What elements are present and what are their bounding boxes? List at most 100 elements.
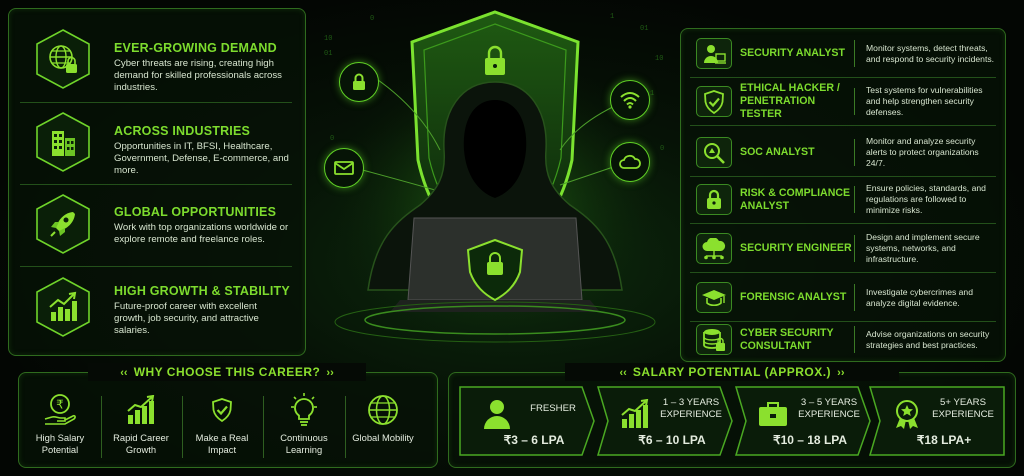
feature-title: GLOBAL OPPORTUNITIES: [114, 205, 277, 219]
padlock-icon: [339, 62, 379, 102]
why-item: Rapid Career Growth: [103, 392, 179, 456]
role-desc: Monitor systems, detect threats, and res…: [866, 42, 995, 64]
role-title: ETHICAL HACKER / PENETRATION TESTER: [740, 82, 840, 120]
award-badge-icon: [890, 397, 924, 431]
role-title: RISK & COMPLIANCE ANALYST: [740, 186, 851, 212]
salary-range: ₹10 – 18 LPA: [772, 433, 848, 447]
divider: [182, 396, 183, 458]
divider: [101, 396, 102, 458]
role-row: ETHICAL HACKER / PENETRATION TESTER Test …: [686, 82, 1000, 121]
role-title: FORENSIC ANALYST: [740, 291, 847, 303]
database-lock-icon: [696, 324, 732, 355]
role-row: SECURITY ENGINEER Design and implement se…: [686, 229, 1000, 268]
salary-heading: ‹‹ SALARY POTENTIAL (APPROX.) ››: [565, 363, 899, 381]
divider: [690, 272, 996, 273]
lightbulb-icon: [266, 392, 342, 428]
cloud-icon: [610, 142, 650, 182]
role-title: CYBER SECURITY CONSULTANT: [740, 326, 834, 352]
divider: [20, 184, 292, 185]
bar-growth-icon: [103, 392, 179, 428]
svg-text:1: 1: [650, 90, 654, 98]
role-desc: Design and implement secure systems, net…: [866, 232, 980, 264]
svg-text:₹: ₹: [56, 398, 64, 412]
svg-text:0: 0: [370, 15, 374, 23]
role-title: SOC ANALYST: [740, 146, 815, 158]
role-title: SECURITY ANALYST: [740, 47, 845, 59]
why-item-label: High Salary Potential: [35, 432, 85, 455]
divider: [20, 102, 292, 103]
svg-text:0: 0: [660, 145, 664, 153]
salary-range: ₹3 – 6 LPA: [503, 433, 565, 447]
divider: [690, 223, 996, 224]
why-item: ₹ High Salary Potential: [22, 392, 98, 456]
salary-tier: 1 – 3 YEARS EXPERIENCE ₹6 – 10 LPA: [596, 385, 736, 457]
chevrons-right-icon: ››: [831, 367, 845, 379]
role-desc: Test systems for vulnerabilities and hel…: [866, 85, 983, 117]
role-divider: [854, 88, 855, 115]
role-divider: [854, 284, 855, 311]
divider: [690, 176, 996, 177]
why-heading: ‹‹ WHY CHOOSE THIS CAREER? ››: [88, 363, 366, 381]
graduation-cap-icon: [696, 282, 732, 313]
salary-level: 3 – 5 YEARS EXPERIENCE: [798, 397, 860, 420]
why-item: Continuous Learning: [266, 392, 342, 456]
why-item-label: Global Mobility: [352, 432, 414, 443]
rupee-hand-icon: ₹: [22, 392, 98, 428]
role-desc: Ensure policies, standards, and regulati…: [866, 183, 986, 215]
feature-title: ACROSS INDUSTRIES: [114, 124, 251, 138]
why-item-label: Continuous Learning: [280, 432, 328, 455]
why-item: Make a Real Impact: [184, 392, 260, 456]
feature-title: EVER-GROWING DEMAND: [114, 41, 277, 55]
globe-lock-icon: [34, 28, 92, 90]
salary-tier: 3 – 5 YEARS EXPERIENCE ₹10 – 18 LPA: [734, 385, 874, 457]
role-row: CYBER SECURITY CONSULTANT Advise organiza…: [686, 320, 1000, 359]
role-row: FORENSIC ANALYST Investigate cybercrimes …: [686, 278, 1000, 317]
rocket-icon: [34, 193, 92, 255]
why-item-label: Make a Real Impact: [195, 432, 249, 455]
role-row: RISK & COMPLIANCE ANALYST Ensure policies…: [686, 180, 1000, 219]
chevrons-right-icon: ››: [320, 367, 334, 379]
infographic: EVER-GROWING DEMAND Cyber threats are ri…: [0, 0, 1024, 476]
cloud-network-icon: [696, 233, 732, 264]
salary-range: ₹6 – 10 LPA: [638, 433, 706, 447]
salary-heading-text: SALARY POTENTIAL (APPROX.): [632, 365, 832, 379]
shield-check-icon: [184, 392, 260, 428]
salary-level: 1 – 3 YEARS EXPERIENCE: [660, 397, 722, 420]
role-desc: Monitor and analyze security alerts to p…: [866, 136, 979, 168]
svg-text:0: 0: [330, 135, 334, 143]
divider: [690, 77, 996, 78]
user-icon: [480, 397, 514, 431]
why-heading-text: WHY CHOOSE THIS CAREER?: [133, 365, 321, 379]
svg-text:1: 1: [610, 13, 614, 21]
feature-desc: Future-proof career with excellent growt…: [114, 301, 259, 336]
svg-text:01: 01: [640, 25, 648, 33]
globe-icon: [345, 392, 421, 428]
role-desc: Investigate cybercrimes and analyze digi…: [866, 286, 973, 308]
chevrons-left-icon: ‹‹: [120, 367, 134, 379]
salary-level: FRESHER: [530, 403, 576, 414]
role-divider: [854, 40, 855, 67]
wifi-icon: [610, 80, 650, 120]
shield-check-icon: [696, 86, 732, 117]
role-row: SOC ANALYST Monitor and analyze security …: [686, 133, 1000, 172]
role-divider: [854, 139, 855, 166]
role-title: SECURITY ENGINEER: [740, 242, 852, 254]
magnifier-icon: [696, 137, 732, 168]
growth-chart-icon: [34, 276, 92, 338]
salary-tier: FRESHER ₹3 – 6 LPA: [458, 385, 598, 457]
why-item-label: Rapid Career Growth: [113, 432, 169, 455]
padlock-icon: [696, 184, 732, 215]
salary-level: 5+ YEARS EXPERIENCE: [932, 397, 994, 420]
briefcase-icon: [756, 397, 790, 431]
role-divider: [854, 235, 855, 262]
chevrons-left-icon: ‹‹: [619, 367, 633, 379]
divider: [263, 396, 264, 458]
feature-title: HIGH GROWTH & STABILITY: [114, 284, 290, 298]
analyst-icon: [696, 38, 732, 69]
divider: [20, 266, 292, 267]
svg-text:10: 10: [324, 35, 332, 43]
feature-desc: Work with top organizations worldwide or…: [114, 222, 289, 245]
role-divider: [854, 326, 855, 353]
salary-range: ₹18 LPA+: [916, 433, 972, 447]
svg-text:10: 10: [655, 55, 663, 63]
